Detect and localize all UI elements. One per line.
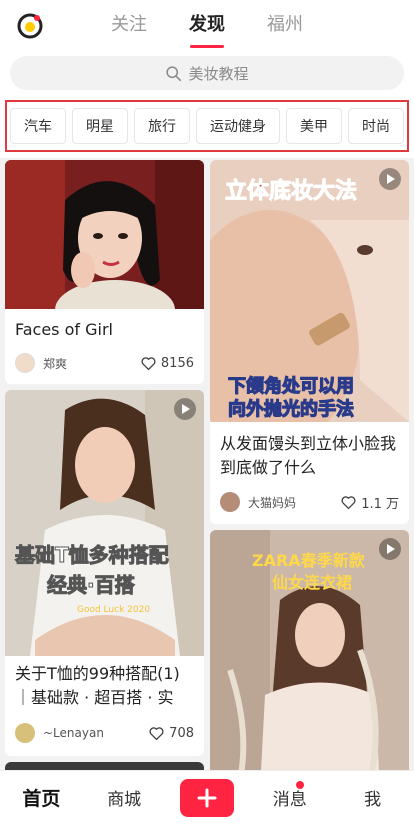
svg-text:基础T恤多种搭配: 基础T恤多种搭配 [15, 543, 169, 567]
author-name[interactable]: ~Lenayan [43, 726, 148, 740]
nav-post[interactable] [166, 778, 249, 817]
video-play-icon [379, 168, 401, 190]
category-chip-car[interactable]: 汽车 [10, 108, 66, 144]
note-title: 关于T恤的99种搭配(1) ｜基础款 · 超百搭 · 实 [15, 664, 180, 707]
author-name[interactable]: 郑爽 [43, 355, 140, 372]
nav-home[interactable]: 首页 [0, 784, 83, 811]
note-feed: Faces of Girl 郑爽 8156 立体底妆大法 下颌角处可以用 向外抛… [0, 158, 414, 770]
note-image: 基础T恤多种搭配 经典·百搭 Good Luck 2020 [5, 390, 204, 656]
category-chip-nails[interactable]: 美甲 [286, 108, 342, 144]
category-highlight-frame: 汽车 明星 旅行 运动健身 美甲 时尚 [5, 100, 409, 152]
note-meta: ~Lenayan 708 [15, 721, 194, 745]
avatar[interactable] [220, 492, 240, 512]
note-meta: 大猫妈妈 1.1 万 [220, 490, 399, 514]
notification-dot [296, 781, 305, 789]
svg-text:仙女连衣裙: 仙女连衣裙 [272, 573, 352, 592]
nav-me[interactable]: 我 [331, 785, 414, 810]
heart-icon [141, 356, 156, 370]
category-row: 汽车 明星 旅行 运动健身 美甲 时尚 [10, 108, 404, 144]
heart-icon [149, 726, 164, 740]
category-chip-celebrity[interactable]: 明星 [72, 108, 128, 144]
svg-text:ZARA春季新款: ZARA春季新款 [252, 551, 366, 570]
like-count: 1.1 万 [361, 496, 399, 512]
note-image: ZARA春季新款 仙女连衣裙 [210, 530, 409, 770]
category-chip-travel[interactable]: 旅行 [134, 108, 190, 144]
post-button[interactable] [179, 778, 234, 817]
svg-text:经典·百搭: 经典·百搭 [47, 573, 136, 597]
top-bar: 关注 发现 福州 [0, 0, 414, 50]
heart-icon [341, 495, 356, 509]
search-bar[interactable]: 美妆教程 [10, 56, 404, 90]
nav-mall[interactable]: 商城 [83, 785, 166, 810]
note-card[interactable] [5, 762, 204, 770]
video-play-icon [379, 538, 401, 560]
svg-text:立体底妆大法: 立体底妆大法 [225, 178, 357, 204]
category-chip-fashion[interactable]: 时尚 [348, 108, 404, 144]
like-button[interactable]: 708 [148, 725, 194, 742]
bottom-nav: 首页 商城 消息 我 [0, 770, 414, 824]
video-play-icon [174, 398, 196, 420]
nav-messages-label: 消息 [272, 790, 307, 810]
search-icon [166, 65, 182, 81]
tab-local[interactable]: 福州 [265, 10, 305, 42]
nav-messages[interactable]: 消息 [248, 781, 331, 810]
like-count: 8156 [160, 355, 194, 371]
like-button[interactable]: 1.1 万 [340, 493, 399, 512]
top-tabs: 关注 发现 福州 [0, 10, 414, 42]
avatar[interactable] [15, 353, 35, 373]
plus-icon [197, 788, 217, 807]
search-area: 美妆教程 [0, 50, 414, 96]
note-title: 从发面馒头到立体小脸我到底做了什么 [220, 434, 397, 477]
search-placeholder: 美妆教程 [188, 64, 249, 83]
avatar[interactable] [15, 723, 35, 743]
note-image [5, 762, 204, 770]
author-name[interactable]: 大猫妈妈 [248, 494, 340, 511]
note-card[interactable]: Faces of Girl 郑爽 8156 [5, 160, 204, 384]
like-button[interactable]: 8156 [140, 355, 194, 372]
note-card[interactable]: 立体底妆大法 下颌角处可以用 向外抛光的手法 从发面馒头到立体小脸我到底做了什么… [210, 160, 409, 524]
note-image [5, 160, 204, 309]
tab-follow[interactable]: 关注 [109, 10, 149, 42]
note-title: Faces of Girl [15, 320, 113, 339]
tab-discover[interactable]: 发现 [187, 10, 227, 42]
app-root: 关注 发现 福州 美妆教程 汽车 明星 旅行 运动健身 美甲 时尚 Faces … [0, 0, 414, 824]
note-meta: 郑爽 8156 [15, 351, 194, 375]
svg-text:向外抛光的手法: 向外抛光的手法 [228, 398, 354, 420]
note-card[interactable]: 基础T恤多种搭配 经典·百搭 Good Luck 2020 关于T恤的99种搭配… [5, 390, 204, 756]
category-bar: 汽车 明星 旅行 运动健身 美甲 时尚 [0, 96, 414, 158]
category-chip-fitness[interactable]: 运动健身 [196, 108, 280, 144]
svg-text:下颌角处可以用: 下颌角处可以用 [228, 375, 354, 397]
note-image: 立体底妆大法 下颌角处可以用 向外抛光的手法 [210, 160, 409, 422]
like-count: 708 [169, 725, 194, 741]
note-card[interactable]: ZARA春季新款 仙女连衣裙 [210, 530, 409, 770]
svg-text:Good Luck 2020: Good Luck 2020 [77, 605, 150, 615]
